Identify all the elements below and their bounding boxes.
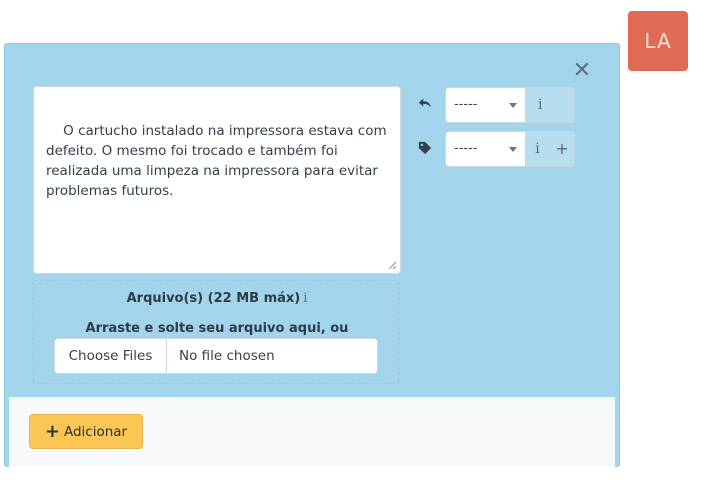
chevron-down-icon [509, 103, 517, 108]
panel-footer: + Adicionar [9, 397, 615, 467]
upload-title: Arquivo(s) (22 MB máx) i [34, 291, 400, 306]
add-tag-button[interactable]: + [549, 131, 575, 167]
close-icon[interactable]: ✕ [572, 60, 592, 82]
choose-files-button[interactable]: Choose Files [55, 339, 167, 373]
note-panel: ✕ O cartucho instalado na impressora est… [4, 43, 620, 467]
info-icon[interactable]: i [303, 291, 307, 306]
reply-select[interactable]: ----- [445, 87, 526, 123]
resize-handle-icon[interactable] [388, 261, 397, 270]
upload-hint: Arraste e solte seu arquivo aqui, ou [85, 321, 349, 336]
reply-info-button[interactable]: i [525, 87, 575, 123]
description-textarea[interactable]: O cartucho instalado na impressora estav… [33, 86, 401, 274]
tag-select[interactable]: ----- [445, 131, 526, 167]
tag-info-button[interactable]: i [525, 131, 550, 167]
user-avatar[interactable]: LA [628, 11, 688, 71]
tag-icon [418, 141, 432, 155]
plus-icon: + [44, 420, 60, 442]
chevron-down-icon [509, 147, 517, 152]
info-icon: i [538, 97, 543, 113]
reply-select-value: ----- [454, 97, 478, 112]
tag-select-value: ----- [454, 141, 478, 156]
file-name-label: No file chosen [179, 348, 275, 364]
info-icon: i [535, 141, 540, 157]
add-button[interactable]: + Adicionar [29, 414, 143, 449]
reply-icon [418, 98, 431, 108]
file-input[interactable]: Choose Files No file chosen [54, 338, 378, 374]
plus-icon: + [555, 139, 569, 158]
file-dropzone[interactable]: Arquivo(s) (22 MB máx) i Arraste e solte … [33, 280, 399, 384]
description-text: O cartucho instalado na impressora estav… [46, 123, 391, 199]
add-button-label: Adicionar [63, 423, 128, 440]
upload-title-text: Arquivo(s) (22 MB máx) [126, 291, 301, 306]
